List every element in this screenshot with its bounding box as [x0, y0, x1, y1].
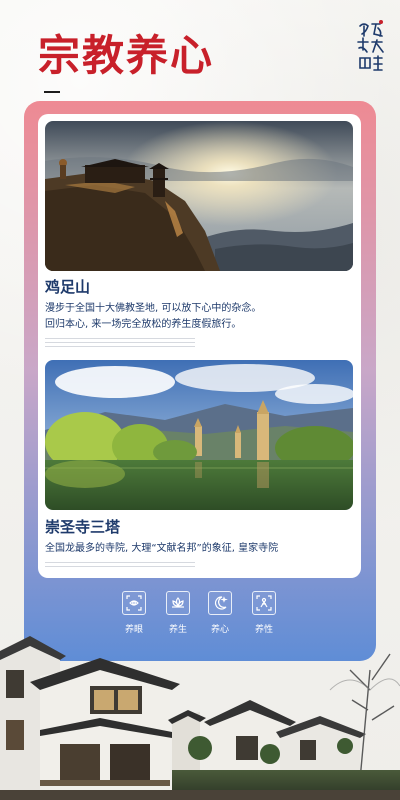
figure-frame-icon: [256, 595, 272, 611]
feature-button-yangsheng[interactable]: [166, 591, 190, 615]
lotus-icon: [172, 597, 184, 608]
feature-button-yangxin[interactable]: [208, 591, 232, 615]
decorative-lines: [45, 338, 195, 350]
place-title-jizushan: 鸡足山: [45, 278, 91, 296]
brand-logo: [357, 20, 384, 71]
moon-icon: [214, 596, 228, 610]
place-description-jizushan: 漫步于全国十大佛教圣地, 可以放下心中的杂念。 回归本心, 来一场完全放松的养生…: [45, 301, 345, 333]
feature-button-yangxing[interactable]: [252, 591, 276, 615]
place-description-three-pagodas: 全国龙最多的寺院, 大理“文献名邦”的象征, 皇家寺院: [45, 541, 345, 557]
courtyard-houses-illustration: [0, 636, 400, 800]
page-title: 宗教养心: [38, 31, 215, 80]
description-line: 全国龙最多的寺院, 大理“文献名邦”的象征, 皇家寺院: [45, 543, 279, 554]
description-line: 漫步于全国十大佛教圣地, 可以放下心中的杂念。: [45, 303, 262, 314]
three-pagodas-photo[interactable]: [45, 360, 353, 510]
jizushan-photo[interactable]: [45, 121, 353, 271]
eye-scan-icon: [126, 595, 142, 611]
description-line: 回归本心, 来一场完全放松的养生度假旅行。: [45, 319, 242, 330]
decorative-lines: [45, 562, 195, 570]
place-title-three-pagodas: 崇圣寺三塔: [45, 518, 121, 536]
title-underline: [44, 91, 60, 93]
feature-button-yangyan[interactable]: [122, 591, 146, 615]
